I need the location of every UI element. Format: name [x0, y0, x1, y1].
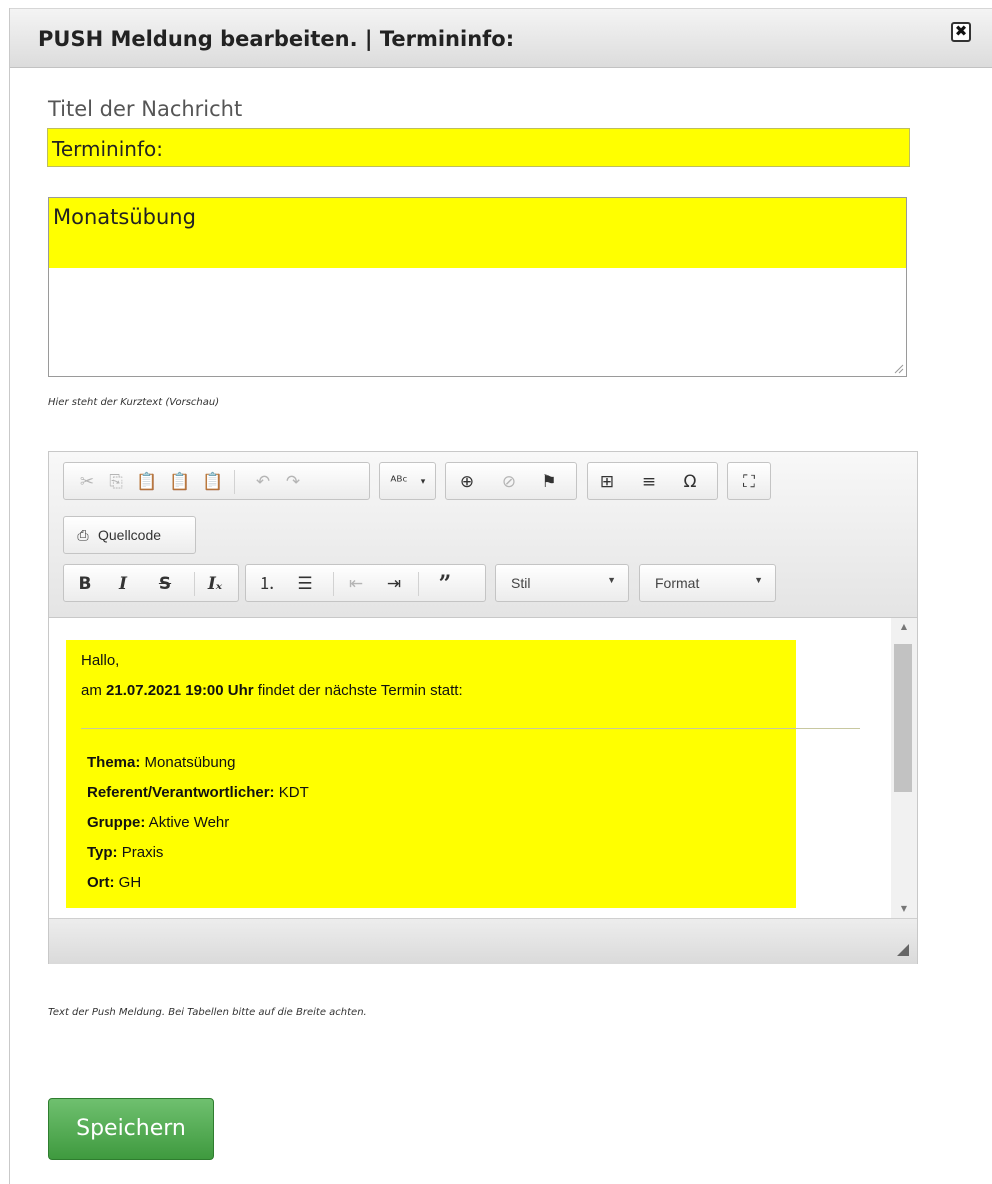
resize-grip-icon[interactable]	[894, 364, 904, 374]
spellcheck-group: ᴬᴮᶜ ▾	[379, 462, 436, 500]
horizontal-rule	[81, 728, 860, 729]
field-row: Typ: Praxis	[87, 844, 163, 861]
italic-icon[interactable]: I	[110, 572, 136, 596]
editor-content-area[interactable]: Hallo, am 21.07.2021 19:00 Uhr findet de…	[49, 618, 889, 918]
field-label: Thema:	[87, 754, 141, 771]
field-value: GH	[114, 874, 142, 891]
field-value: Monatsübung	[140, 754, 236, 771]
field-value: KDT	[274, 784, 309, 801]
scroll-up-icon[interactable]: ▲	[891, 618, 917, 636]
toolbar-separator	[418, 572, 419, 596]
paste-icon[interactable]: 📋	[134, 470, 160, 494]
field-row: Thema: Monatsübung	[87, 754, 235, 771]
date-line-suffix: findet der nächste Termin statt:	[253, 682, 463, 699]
indent-icon[interactable]: ⇥	[381, 572, 407, 596]
maximize-icon[interactable]: ⛶	[736, 470, 762, 494]
bold-icon[interactable]: B	[72, 572, 98, 596]
scrollbar-thumb[interactable]	[894, 644, 912, 792]
chevron-down-icon: ▼	[607, 575, 616, 585]
table-icon[interactable]: ⊞	[594, 470, 620, 494]
blockquote-icon[interactable]: ”	[432, 572, 458, 596]
field-label: Referent/Verantwortlicher:	[87, 784, 275, 801]
date-line: am 21.07.2021 19:00 Uhr findet der nächs…	[81, 682, 463, 699]
redo-icon[interactable]: ↷	[280, 470, 306, 494]
close-icon[interactable]: ✖	[951, 22, 971, 42]
basic-styles-group: B I S Iₓ	[63, 564, 239, 602]
spellcheck-icon[interactable]: ᴬᴮᶜ	[386, 470, 412, 494]
date-time: 21.07.2021 19:00 Uhr	[106, 682, 254, 699]
special-char-icon[interactable]: Ω	[677, 470, 703, 494]
insert-group: ⊞ ≡ Ω	[587, 462, 718, 500]
undo-icon[interactable]: ↶	[250, 470, 276, 494]
strike-icon[interactable]: S	[152, 572, 178, 596]
title-input[interactable]: Termininfo:	[47, 128, 910, 167]
format-select[interactable]: Format ▼	[639, 564, 776, 602]
editor-scrollbar[interactable]: ▲ ▼	[891, 618, 917, 918]
date-line-prefix: am	[81, 682, 107, 699]
maximize-group: ⛶	[727, 462, 771, 500]
bullet-list-icon[interactable]: ☰	[292, 572, 318, 596]
chevron-down-icon[interactable]: ▾	[410, 470, 436, 494]
chevron-down-icon: ▼	[754, 575, 763, 585]
source-group[interactable]: ⎙ Quellcode	[63, 516, 196, 554]
rich-text-editor: ✂ ⎘ 📋 📋 📋 ↶ ↷ ᴬᴮᶜ ▾ ⊕ ⊘ ⚑ ⊞ ≡ Ω ⛶ ⎙ Quel…	[48, 451, 918, 964]
title-label: Titel der Nachricht	[48, 97, 243, 121]
field-value: Aktive Wehr	[145, 814, 230, 831]
copy-icon[interactable]: ⎘	[103, 470, 129, 494]
field-label: Typ:	[87, 844, 118, 861]
toolbar-separator	[234, 470, 235, 494]
source-icon: ⎙	[77, 528, 89, 544]
toolbar-separator	[333, 572, 334, 596]
style-select[interactable]: Stil ▼	[495, 564, 629, 602]
paste-text-icon[interactable]: 📋	[167, 470, 193, 494]
dialog-titlebar[interactable]: PUSH Meldung bearbeiten. | Termininfo:	[10, 8, 992, 68]
save-button[interactable]: Speichern	[48, 1098, 214, 1160]
greeting-text: Hallo,	[81, 652, 120, 669]
short-text-textarea[interactable]: Monatsübung	[48, 197, 907, 377]
content-highlight	[66, 640, 796, 908]
field-label: Gruppe:	[87, 814, 146, 831]
cut-icon[interactable]: ✂	[74, 470, 100, 494]
style-select-label: Stil	[511, 575, 531, 591]
source-button-label: Quellcode	[98, 527, 162, 543]
dialog-title: PUSH Meldung bearbeiten. | Termininfo:	[38, 27, 515, 51]
editor-hint: Text der Push Meldung. Bei Tabellen bitt…	[48, 1007, 367, 1018]
remove-format-icon[interactable]: Iₓ	[202, 572, 228, 596]
field-row: Referent/Verantwortlicher: KDT	[87, 784, 309, 801]
field-row: Gruppe: Aktive Wehr	[87, 814, 229, 831]
scroll-down-icon[interactable]: ▼	[891, 900, 917, 918]
numbered-list-icon[interactable]: ⒈	[254, 572, 280, 596]
horizontal-rule-icon[interactable]: ≡	[636, 470, 662, 494]
short-text-value: Monatsübung	[53, 205, 196, 229]
resize-handle-icon[interactable]	[897, 944, 909, 956]
toolbar-separator	[194, 572, 195, 596]
link-group: ⊕ ⊘ ⚑	[445, 462, 577, 500]
short-text-hint: Hier steht der Kurztext (Vorschau)	[48, 397, 220, 408]
field-value: Praxis	[117, 844, 164, 861]
link-icon[interactable]: ⊕	[454, 470, 480, 494]
clipboard-group: ✂ ⎘ 📋 📋 📋 ↶ ↷	[63, 462, 370, 500]
format-select-label: Format	[655, 575, 700, 591]
anchor-icon[interactable]: ⚑	[536, 470, 562, 494]
unlink-icon[interactable]: ⊘	[496, 470, 522, 494]
editor-statusbar	[49, 918, 917, 964]
field-label: Ort:	[87, 874, 115, 891]
field-row: Ort: GH	[87, 874, 141, 891]
editor-toolbar: ✂ ⎘ 📋 📋 📋 ↶ ↷ ᴬᴮᶜ ▾ ⊕ ⊘ ⚑ ⊞ ≡ Ω ⛶ ⎙ Quel…	[49, 452, 917, 618]
paste-word-icon[interactable]: 📋	[200, 470, 226, 494]
outdent-icon[interactable]: ⇤	[343, 572, 369, 596]
list-group: ⒈ ☰ ⇤ ⇥ ”	[245, 564, 486, 602]
